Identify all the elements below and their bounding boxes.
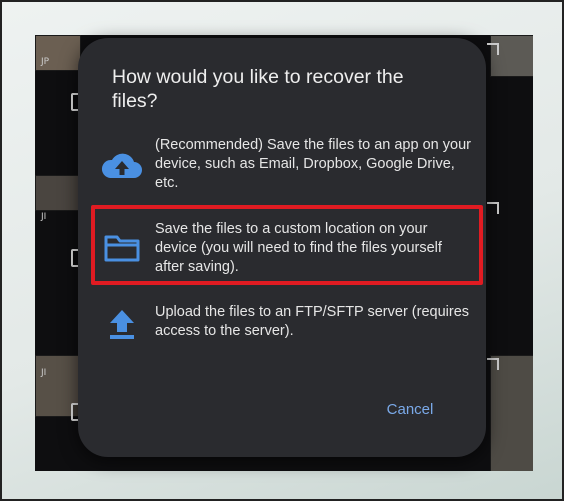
- option-text: (Recommended) Save the files to an app o…: [155, 137, 471, 191]
- thumbnail-label: JP: [41, 57, 50, 67]
- option-upload-ftp[interactable]: Upload the files to an FTP/SFTP server (…: [98, 303, 476, 343]
- option-text: Upload the files to an FTP/SFTP server (…: [155, 304, 470, 339]
- thumbnail-label: JI: [41, 368, 47, 378]
- upload-arrow-icon: [98, 305, 146, 345]
- expand-icon[interactable]: [487, 202, 499, 214]
- option-save-to-app[interactable]: (Recommended) Save the files to an app o…: [98, 136, 476, 196]
- dialog-title: How would you like to recover the files?: [112, 66, 404, 112]
- expand-icon[interactable]: [487, 43, 499, 55]
- cloud-upload-icon: [98, 146, 146, 186]
- expand-icon[interactable]: [487, 358, 499, 370]
- highlight-annotation: [91, 205, 483, 285]
- thumbnail-label: JI: [41, 212, 47, 222]
- background-thumbnail: [490, 35, 533, 77]
- cancel-button[interactable]: Cancel: [378, 397, 442, 421]
- background-thumbnail: [490, 355, 533, 471]
- background-thumbnail: [35, 175, 81, 211]
